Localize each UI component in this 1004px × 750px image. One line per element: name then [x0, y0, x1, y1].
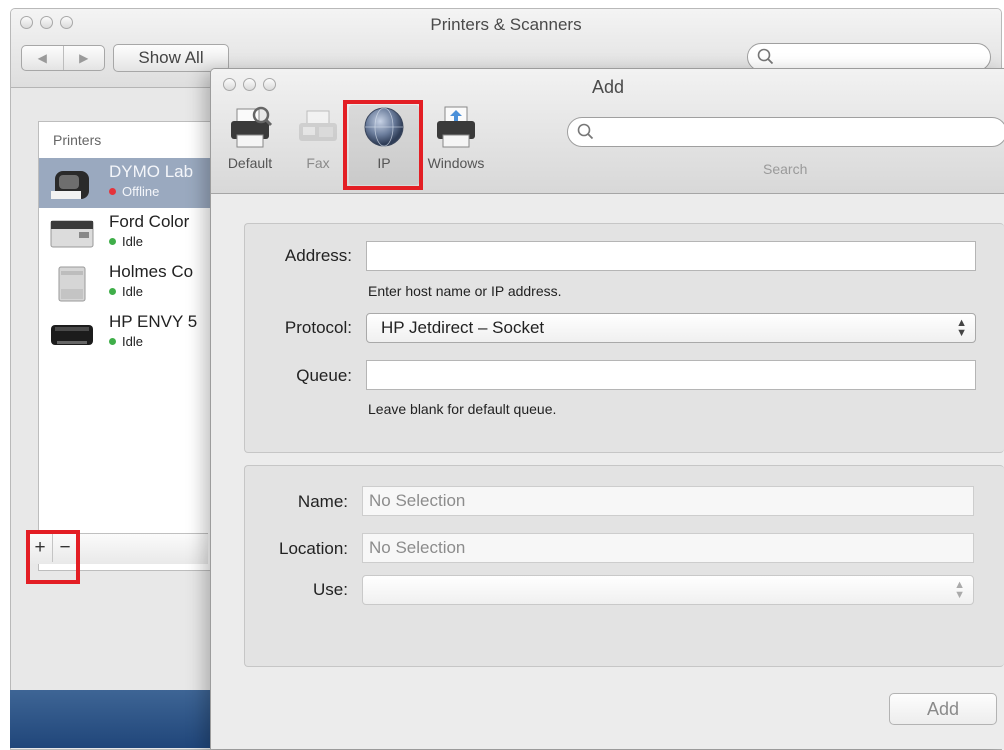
name-field[interactable] — [362, 486, 974, 516]
toolbar-ip[interactable]: IP — [349, 105, 419, 185]
printer-row[interactable]: Holmes Co Idle — [39, 258, 217, 308]
back-forward-control: ◀ ▶ — [21, 45, 105, 71]
toolbar-windows-label: Windows — [427, 155, 485, 171]
name-label: Name: — [297, 492, 348, 511]
printer-details-group: Name: Location: Use: ▲▼ — [244, 465, 1004, 667]
status-offline-dot — [109, 188, 116, 195]
status-idle-dot — [109, 338, 116, 345]
use-popup[interactable]: ▲ ▼ — [362, 575, 974, 605]
toolbar-fax-label: Fax — [306, 155, 330, 171]
printer-status-text: Idle — [122, 334, 143, 349]
protocol-label: Protocol: — [284, 318, 352, 337]
status-idle-dot — [109, 238, 116, 245]
printer-status-text: Idle — [122, 284, 143, 299]
popup-arrows-icon: ▲ ▼ — [954, 579, 965, 601]
toolbar-default[interactable]: Default — [215, 105, 285, 185]
desktop-background — [10, 690, 210, 748]
use-label: Use: — [313, 580, 348, 599]
location-field[interactable] — [362, 533, 974, 563]
toolbar-fax[interactable]: Fax — [283, 105, 353, 185]
queue-hint: Leave blank for default queue. — [368, 401, 557, 417]
address-label: Address: — [284, 246, 352, 265]
printers-list-panel: Printers DYMO Lab Offline Ford Color Idl… — [38, 121, 218, 571]
queue-label: Queue: — [296, 366, 352, 385]
printer-name: Ford Color — [109, 212, 190, 231]
add-button[interactable]: Add — [889, 693, 997, 725]
tower-printer-icon — [58, 266, 86, 302]
laser-printer-icon — [50, 220, 94, 248]
printer-status-text: Idle — [122, 234, 143, 249]
back-button[interactable]: ◀ — [22, 46, 63, 70]
inkjet-printer-icon — [51, 325, 93, 345]
printer-status: Idle — [109, 234, 143, 249]
printer-row[interactable]: DYMO Lab Offline — [39, 158, 217, 208]
address-hint: Enter host name or IP address. — [368, 283, 562, 299]
queue-field[interactable] — [366, 360, 976, 390]
add-printer-window: Add Default Fax IP Windows Search Addres… — [210, 68, 1004, 749]
protocol-popup[interactable]: HP Jetdirect – Socket ▲ ▼ — [366, 313, 976, 343]
printer-status: Idle — [109, 334, 143, 349]
forward-button[interactable]: ▶ — [62, 46, 105, 70]
add-remove-bar: + − — [28, 533, 208, 564]
printer-status-text: Offline — [122, 184, 160, 199]
location-label: Location: — [279, 539, 348, 558]
ip-globe-icon — [364, 107, 404, 147]
window-title: Printers & Scanners — [430, 15, 582, 34]
toolbar-default-label: Default — [227, 155, 273, 171]
remove-printer-button[interactable]: − — [53, 534, 78, 562]
add-printer-button[interactable]: + — [28, 534, 53, 562]
popup-arrows-icon: ▲ ▼ — [956, 317, 967, 339]
connection-settings-group: Address: Enter host name or IP address. … — [244, 223, 1004, 453]
printers-header: Printers — [53, 132, 102, 148]
printer-status: Idle — [109, 284, 143, 299]
protocol-value: HP Jetdirect – Socket — [381, 318, 545, 337]
printer-name: Holmes Co — [109, 262, 194, 281]
search-icon — [577, 123, 594, 140]
toolbar-windows[interactable]: Windows — [421, 105, 491, 185]
printer-row[interactable]: Ford Color Idle — [39, 208, 217, 258]
search-icon — [757, 48, 774, 65]
printer-name: DYMO Lab — [109, 162, 194, 181]
window-title: Add — [591, 77, 625, 97]
default-printer-icon — [231, 106, 273, 148]
add-search-field[interactable] — [567, 117, 1004, 147]
toolbar-ip-label: IP — [377, 155, 391, 171]
fax-icon — [299, 110, 337, 141]
add-window-toolbar: Add Default Fax IP Windows Search — [211, 69, 1004, 194]
address-field[interactable] — [366, 241, 976, 271]
status-idle-dot — [109, 288, 116, 295]
printer-status: Offline — [109, 184, 159, 199]
windows-printer-icon — [437, 106, 475, 148]
label-printer-icon — [51, 171, 89, 199]
printer-row[interactable]: HP ENVY 5 Idle — [39, 308, 217, 358]
printer-name: HP ENVY 5 — [109, 312, 198, 331]
preferences-search-field[interactable] — [747, 43, 991, 71]
search-caption: Search — [763, 161, 808, 177]
